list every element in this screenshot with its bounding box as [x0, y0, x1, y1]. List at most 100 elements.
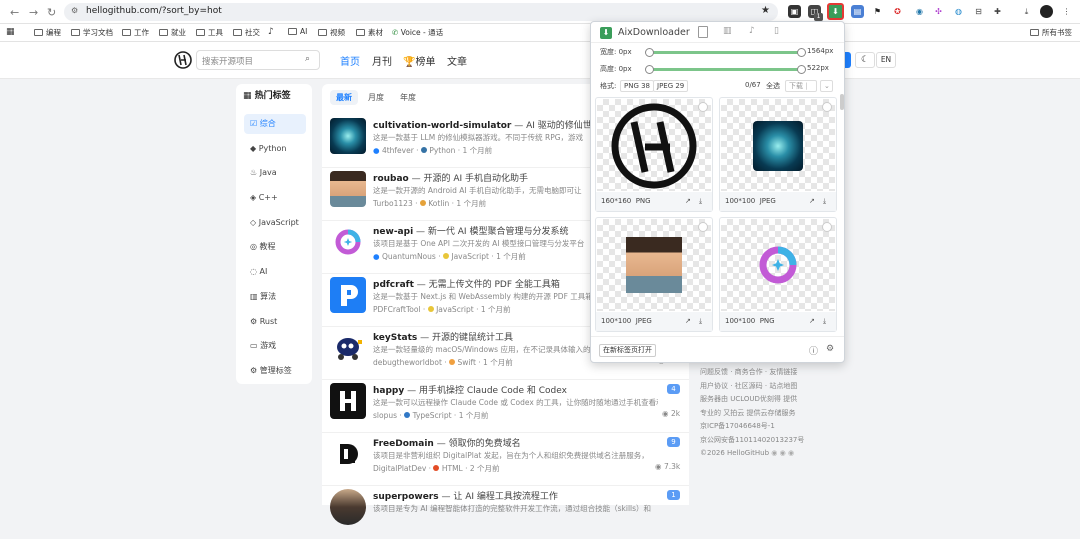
height-range-slider[interactable] [649, 68, 802, 71]
menu-icon[interactable]: ⋮ [1060, 5, 1073, 18]
sidebar-item-general[interactable]: ☑ 综合 [244, 114, 306, 134]
image-card[interactable]: 100*100 PNG ↗ ⤓ [719, 217, 837, 332]
bookmark-extension-icon[interactable]: ⚑ [871, 5, 884, 18]
bookmark-folder[interactable]: AI [288, 27, 307, 36]
project-meta: PDFCraftTool · JavaScript · 1 个月前 [373, 305, 511, 314]
format-filter-png[interactable]: PNG 38 [620, 80, 655, 92]
image-card[interactable]: 160*160 PNG ↗ ⤓ [595, 97, 713, 212]
bookmark-folder[interactable]: 素材 [356, 27, 383, 38]
footer-links[interactable]: 问题反馈 · 商务合作 · 友情链接 [700, 366, 804, 380]
bookmark-folder[interactable]: 社交 [233, 27, 260, 38]
image-card[interactable]: 100*100 JPEG ↗ ⤓ [719, 97, 837, 212]
bookmark-folder[interactable]: 工具 [196, 27, 223, 38]
project-title[interactable]: FreeDomain — 领取你的免费域名 [373, 436, 643, 449]
video-mode-icon[interactable]: ▥ [723, 26, 732, 36]
manage-tags-button[interactable]: ⚙ 管理标签 [244, 361, 306, 381]
footer-links[interactable]: 用户协议 · 社区源码 · 站点地图 [700, 380, 804, 394]
nav-articles[interactable]: 文章 [447, 53, 467, 68]
site-info-icon[interactable]: ⚙ [71, 6, 78, 15]
all-bookmarks-folder[interactable]: 所有书签 [1030, 27, 1072, 38]
nav-home[interactable]: 首页 [340, 53, 360, 68]
sidebar-item-cpp[interactable]: ◈ C++ [244, 188, 306, 208]
document-mode-icon[interactable]: ▯ [774, 26, 779, 36]
address-bar[interactable]: ⚙ hellogithub.com/?sort_by=hot ★ [64, 3, 778, 21]
width-min-handle[interactable] [645, 48, 654, 57]
tab-latest[interactable]: 最新 [330, 90, 358, 105]
project-meta: Turbo1123 · Kotlin · 1 个月前 [373, 199, 487, 208]
project-meta: debugtheworldbot · Swift · 1 个月前 [373, 358, 513, 367]
image-card[interactable]: 100*100 JPEG ↗ ⤓ [595, 217, 713, 332]
back-icon[interactable]: ← [10, 6, 19, 19]
height-max-handle[interactable] [797, 65, 806, 74]
search-input[interactable]: 搜索开源项目 ⌕ [196, 50, 320, 70]
bookmark-folder[interactable]: 学习文档 [71, 27, 113, 38]
aixdownloader-extension-icon[interactable]: ⬇ [827, 3, 844, 20]
image-select-checkbox[interactable] [822, 222, 832, 232]
extension-icon[interactable]: ⊟ [972, 5, 985, 18]
icp-record[interactable]: 京ICP备17046648号-1 [700, 420, 804, 434]
table-row[interactable]: happy — 用手机操控 Claude Code 和 Codex 这是一款可以… [322, 380, 689, 433]
puzzle-icon[interactable]: ✚ [991, 5, 1004, 18]
width-max-handle[interactable] [797, 48, 806, 57]
open-in-new-icon: ↗ [685, 197, 691, 205]
language-button[interactable]: EN [876, 52, 896, 68]
sidebar-item-python[interactable]: ◆ Python [244, 139, 306, 159]
height-min-handle[interactable] [645, 65, 654, 74]
download-icon[interactable]: ⤓ [1020, 5, 1033, 18]
extension-icon[interactable]: ▣ [788, 5, 801, 18]
sidebar-item-tutorial[interactable]: ◎ 教程 [244, 237, 306, 257]
sidebar-item-algorithm[interactable]: ▥ 算法 [244, 287, 306, 307]
bookmark-folder[interactable]: 就业 [159, 27, 186, 38]
project-description: 这是一款可以远程操作 Claude Code 或 Codex 的工具，让你随时随… [373, 398, 658, 407]
image-select-checkbox[interactable] [822, 102, 832, 112]
nav-ranking[interactable]: 🏆榜单 [403, 53, 435, 68]
image-select-checkbox[interactable] [698, 222, 708, 232]
image-select-checkbox[interactable] [698, 102, 708, 112]
nav-monthly[interactable]: 月刊 [372, 53, 392, 68]
login-button-edge[interactable] [845, 52, 851, 68]
extension-icon[interactable]: ◉ [913, 5, 926, 18]
audio-mode-icon[interactable]: ♪ [749, 26, 755, 36]
table-row[interactable]: superpowers — 让 AI 编程工具按流程工作 该项目是专为 AI 编… [322, 486, 689, 539]
avatar[interactable] [1040, 5, 1053, 18]
bookmark-folder[interactable]: 工作 [122, 27, 149, 38]
format-filter-jpeg[interactable]: JPEG 29 [653, 80, 689, 92]
bookmark-folder[interactable]: 视频 [318, 27, 345, 38]
tab-monthly[interactable]: 月度 [362, 90, 390, 105]
settings-icon[interactable]: ⚙ [826, 344, 834, 354]
select-all-button[interactable]: 全选 [766, 81, 780, 91]
extension-icon[interactable]: ✪ [891, 5, 904, 18]
sidebar-item-ai[interactable]: ◌ AI [244, 262, 306, 282]
project-title[interactable]: superpowers — 让 AI 编程工具按流程工作 [373, 489, 643, 502]
tag-icon: ◆ [250, 144, 257, 153]
image-mode-icon[interactable] [698, 26, 708, 38]
tab-yearly[interactable]: 年度 [394, 90, 422, 105]
sidebar-item-javascript[interactable]: ◇ JavaScript [244, 213, 306, 233]
forward-icon[interactable]: → [29, 6, 38, 19]
search-icon[interactable]: ⌕ [305, 54, 310, 64]
reload-icon[interactable]: ↻ [47, 6, 56, 19]
width-range-slider[interactable] [649, 51, 802, 54]
apps-icon[interactable]: ▦ [6, 27, 15, 37]
sidebar-item-java[interactable]: ♨ Java [244, 163, 306, 183]
info-icon[interactable]: ⓘ [809, 344, 818, 357]
extension-icon[interactable]: ◍ [952, 5, 965, 18]
bookmark-folder[interactable]: 编程 [34, 27, 61, 38]
extension-icon[interactable]: ✣ [932, 5, 945, 18]
sidebar-item-games[interactable]: ▭ 游戏 [244, 336, 306, 356]
table-row[interactable]: FreeDomain — 领取你的免费域名 该项目是非营利组织 DigitalP… [322, 433, 689, 486]
dark-mode-icon[interactable]: ☾ [855, 52, 875, 68]
bookmark-star-icon[interactable]: ★ [761, 5, 770, 16]
open-in-new-tab-button[interactable]: 在新标签页打开 [599, 344, 656, 357]
download-button[interactable]: 下载 | [785, 80, 817, 92]
tag-icon: ⚙ [250, 317, 258, 326]
scrollbar-thumb[interactable] [840, 94, 844, 110]
download-options-chevron-icon[interactable]: ⌄ [820, 80, 833, 92]
hellogithub-logo[interactable] [174, 51, 192, 69]
project-title[interactable]: happy — 用手机操控 Claude Code 和 Codex [373, 383, 643, 396]
tiktok-icon[interactable]: ♪ [268, 27, 274, 37]
police-record[interactable]: 京公网安备11011402013237号 [700, 434, 804, 448]
bookmark-voice[interactable]: ✆ Voice - 通话 [392, 27, 443, 38]
extension-icon[interactable]: ▤ [851, 5, 864, 18]
sidebar-item-rust[interactable]: ⚙ Rust [244, 312, 306, 332]
